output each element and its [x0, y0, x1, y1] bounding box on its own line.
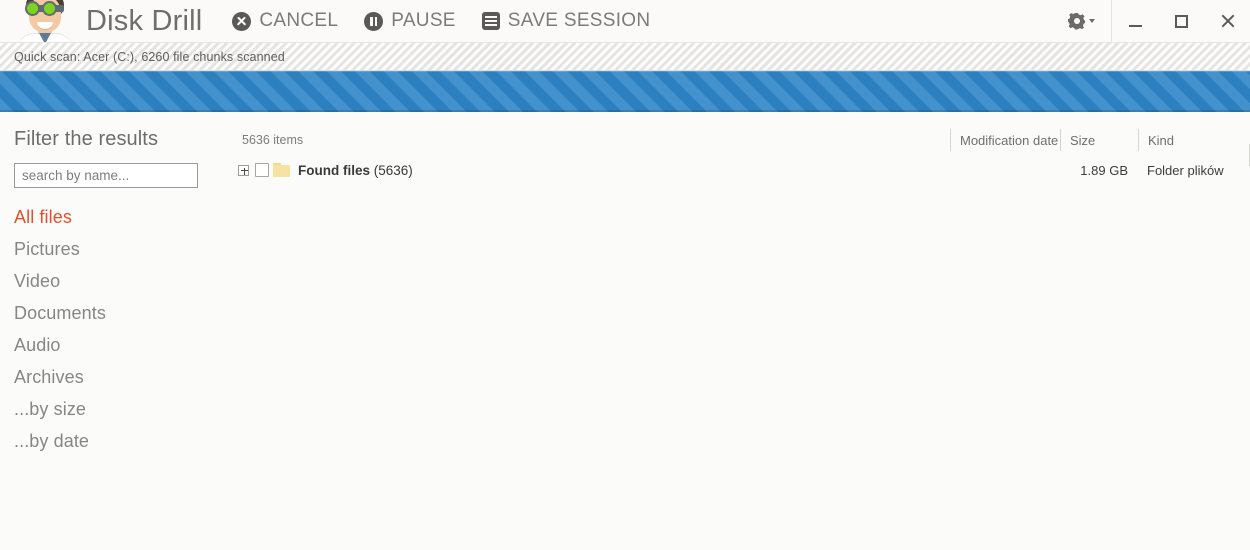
- gear-icon: [1068, 13, 1085, 30]
- close-icon: [1220, 14, 1235, 29]
- search-input[interactable]: [14, 163, 198, 188]
- save-session-button[interactable]: SAVE SESSION: [481, 10, 651, 32]
- main-content: Filter the results All files Pictures Vi…: [0, 112, 1250, 550]
- file-list-panel: 5636 items Modification date Size Kind F…: [230, 112, 1250, 550]
- sidebar-item-pictures[interactable]: Pictures: [14, 233, 230, 265]
- maximize-icon: [1174, 14, 1188, 28]
- sidebar-item-all-files[interactable]: All files: [14, 201, 230, 233]
- maximize-button[interactable]: [1158, 0, 1204, 42]
- row-cells: 1.89 GB Folder plików: [950, 158, 1250, 182]
- table-row[interactable]: Found files (5636) 1.89 GB Folder plików: [230, 157, 1250, 183]
- pause-circle-icon: [364, 11, 384, 31]
- minimize-button[interactable]: [1112, 0, 1158, 42]
- minimize-icon: [1128, 24, 1142, 27]
- sidebar-item-documents[interactable]: Documents: [14, 297, 230, 329]
- toolbar: Disk Drill CANCEL PAUSE SAVE SESSION: [0, 0, 1250, 42]
- pause-button[interactable]: PAUSE: [364, 10, 456, 32]
- sidebar-item-audio[interactable]: Audio: [14, 329, 230, 361]
- sidebar-item-archives[interactable]: Archives: [14, 361, 230, 393]
- filter-sidebar: Filter the results All files Pictures Vi…: [0, 112, 230, 550]
- cancel-circle-icon: [232, 11, 252, 31]
- window-controls: [1112, 0, 1250, 42]
- pause-button-label: PAUSE: [391, 10, 456, 31]
- toolbar-right: [1058, 0, 1250, 42]
- cell-size: 1.89 GB: [1080, 162, 1128, 178]
- item-count-label: 5636 items: [242, 133, 304, 147]
- row-name-text: Found files: [298, 162, 370, 178]
- chevron-down-icon: [1089, 19, 1095, 23]
- expand-toggle-icon[interactable]: [238, 164, 249, 176]
- app-avatar-icon: [14, 0, 74, 42]
- scan-progress-bar: [0, 71, 1250, 112]
- cancel-button[interactable]: CANCEL: [232, 10, 338, 32]
- column-header-size[interactable]: Size: [1060, 129, 1138, 151]
- sidebar-item-by-size[interactable]: ...by size: [14, 393, 230, 425]
- filter-list: All files Pictures Video Documents Audio…: [14, 201, 230, 457]
- disk-drill-window: Disk Drill CANCEL PAUSE SAVE SESSION Qui…: [0, 0, 1250, 550]
- file-list-header: 5636 items Modification date Size Kind: [230, 128, 1250, 166]
- sidebar-item-video[interactable]: Video: [14, 265, 230, 297]
- toolbar-actions: CANCEL PAUSE SAVE SESSION: [232, 10, 650, 32]
- save-session-icon: [481, 12, 500, 30]
- filter-sidebar-title: Filter the results: [14, 128, 159, 150]
- scan-status-text: Quick scan: Acer (C:), 6260 file chunks …: [14, 49, 285, 64]
- sidebar-item-by-date[interactable]: ...by date: [14, 425, 230, 457]
- cell-modification-date: [950, 158, 1060, 182]
- cancel-button-label: CANCEL: [259, 10, 339, 31]
- cell-kind: Folder plików: [1147, 162, 1224, 178]
- settings-menu-button[interactable]: [1058, 0, 1111, 42]
- column-header-modification-date[interactable]: Modification date: [950, 129, 1060, 151]
- column-header-kind[interactable]: Kind: [1138, 129, 1250, 151]
- row-count-label: (5636): [373, 162, 413, 178]
- save-session-button-label: SAVE SESSION: [507, 10, 651, 31]
- close-button[interactable]: [1204, 0, 1250, 42]
- app-title: Disk Drill: [86, 4, 203, 37]
- row-checkbox[interactable]: [255, 163, 269, 177]
- scan-status-bar: Quick scan: Acer (C:), 6260 file chunks …: [0, 42, 1250, 71]
- row-name-label: Found files (5636): [298, 163, 413, 178]
- column-headers: Modification date Size Kind: [950, 128, 1250, 152]
- folder-icon: [273, 163, 290, 177]
